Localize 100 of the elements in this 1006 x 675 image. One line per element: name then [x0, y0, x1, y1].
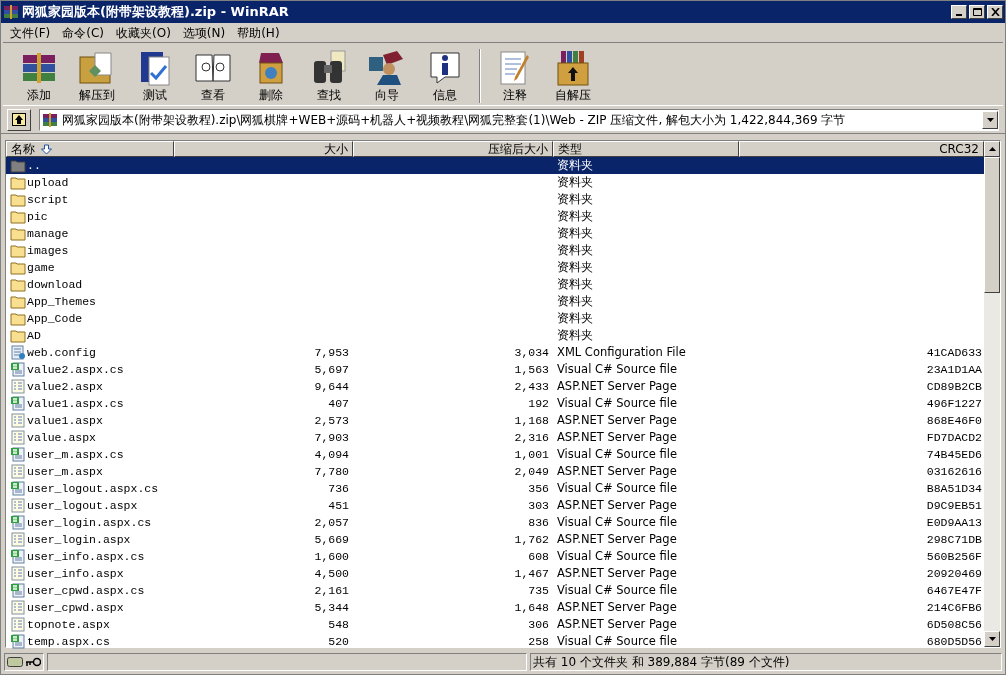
file-row[interactable]: temp.aspx.cs 520 258 Visual C# Source file 680D5D56 — [6, 633, 984, 650]
toolbar-button[interactable]: 查找 — [303, 49, 355, 103]
folder-icon — [10, 226, 26, 241]
packed-size-cell-text: 608 — [528, 548, 549, 565]
dropdown-button[interactable] — [982, 110, 998, 129]
file-row[interactable]: user_logout.aspx 451 303 ASP.NET Server Page D9C9EB51 — [6, 497, 984, 514]
file-row[interactable]: download 资料夹 — [6, 276, 984, 293]
packed-size-cell-text: 258 — [528, 633, 549, 650]
size-cell-text: 407 — [328, 395, 349, 412]
file-row[interactable]: value.aspx 7,903 2,316 ASP.NET Server Page FD7DACD2 — [6, 429, 984, 446]
file-row[interactable]: value1.aspx.cs 407 192 Visual C# Source file 496F1227 — [6, 395, 984, 412]
folder-icon — [10, 294, 26, 309]
column-header[interactable]: 名称 — [6, 141, 174, 157]
web-page-file-icon — [10, 464, 26, 479]
file-row[interactable]: user_info.aspx 4,500 1,467 ASP.NET Server Page 20920469 — [6, 565, 984, 582]
file-row[interactable]: user_logout.aspx.cs 736 356 Visual C# Source file B8A51D34 — [6, 480, 984, 497]
file-name: user_m.aspx.cs — [27, 446, 124, 463]
column-header[interactable]: 压缩后大小 — [353, 141, 553, 157]
crc-cell-text: 20920469 — [926, 565, 982, 582]
toolbar-button[interactable]: 注释 — [489, 49, 541, 103]
file-name: user_logout.aspx — [27, 497, 138, 514]
file-row[interactable]: user_cpwd.aspx 5,344 1,648 ASP.NET Server Page 214C6FB6 — [6, 599, 984, 616]
column-header[interactable]: 大小 — [174, 141, 353, 157]
file-row[interactable]: user_login.aspx 5,669 1,762 ASP.NET Server Page 298C71DB — [6, 531, 984, 548]
file-row[interactable]: App_Code 资料夹 — [6, 310, 984, 327]
toolbar-button[interactable]: 删除 — [245, 49, 297, 103]
file-row[interactable]: user_info.aspx.cs 1,600 608 Visual C# Source file 560B256F — [6, 548, 984, 565]
file-row[interactable]: user_m.aspx 7,780 2,049 ASP.NET Server Page 03162616 — [6, 463, 984, 480]
up-folder-button[interactable] — [7, 108, 31, 131]
toolbar-button[interactable]: 向导 — [361, 49, 413, 103]
size-cell-text: 2,573 — [314, 412, 349, 429]
menu-item[interactable]: 收藏夹(O) — [111, 23, 176, 42]
file-row[interactable]: App_Themes 资料夹 — [6, 293, 984, 310]
scrollbar[interactable] — [984, 141, 1000, 647]
type-cell-text: 资料夹 — [557, 258, 593, 276]
folder-icon — [10, 277, 26, 292]
size-cell-text: 7,903 — [314, 429, 349, 446]
minimize-button[interactable] — [951, 5, 967, 19]
size-cell-text: 9,644 — [314, 378, 349, 395]
toolbar-button[interactable]: 测试 — [129, 49, 181, 103]
csharp-file-icon — [10, 515, 26, 530]
file-row[interactable]: user_m.aspx.cs 4,094 1,001 Visual C# Source file 74B45ED6 — [6, 446, 984, 463]
packed-size-cell-text: 836 — [528, 514, 549, 531]
maximize-button[interactable] — [969, 5, 985, 19]
file-name: user_m.aspx — [27, 463, 103, 480]
type-cell-text: ASP.NET Server Page — [557, 411, 677, 429]
file-row[interactable]: pic 资料夹 — [6, 208, 984, 225]
file-row[interactable]: value2.aspx.cs 5,697 1,563 Visual C# Source file 23A1D1AA — [6, 361, 984, 378]
menu-item[interactable]: 帮助(H) — [232, 23, 285, 42]
close-button[interactable] — [987, 5, 1003, 19]
maximize-icon — [972, 8, 982, 16]
file-row[interactable]: user_cpwd.aspx.cs 2,161 735 Visual C# Source file 6467E47F — [6, 582, 984, 599]
scroll-down-button[interactable] — [984, 631, 1000, 647]
toolbar-button[interactable]: 查看 — [187, 49, 239, 103]
crc-cell-text: 03162616 — [926, 463, 982, 480]
crc-cell-text: FD7DACD2 — [926, 429, 982, 446]
file-row[interactable]: topnote.aspx 548 306 ASP.NET Server Page 6D508C56 — [6, 616, 984, 633]
file-row[interactable]: user_login.aspx.cs 2,057 836 Visual C# Source file E0D9AA13 — [6, 514, 984, 531]
menu-item[interactable]: 选项(N) — [177, 23, 231, 42]
toolbar-button[interactable]: 自解压 — [547, 49, 599, 103]
web-page-file-icon — [10, 532, 26, 547]
type-cell-text: 资料夹 — [557, 156, 593, 174]
file-row[interactable]: value1.aspx 2,573 1,168 ASP.NET Server Page 868E46F0 — [6, 412, 984, 429]
menu-item[interactable]: 文件(F) — [5, 23, 56, 42]
file-row[interactable]: web.config 7,953 3,034 XML Configuration File 41CAD633 — [6, 344, 984, 361]
path-field[interactable]: 网狐家园版本(附带架设教程).zip\网狐棋牌+WEB+源码+机器人+视频教程\网狐完整套(1)\Web - ZIP 压缩文件, 解包大小为 1,422,844,369 字节 — [39, 108, 999, 131]
type-cell-text: Visual C# Source file — [557, 394, 677, 412]
folder-icon — [10, 328, 26, 343]
menu-item[interactable]: 命令(C) — [57, 23, 109, 42]
scroll-up-button[interactable] — [984, 141, 1000, 157]
packed-size-cell-text: 735 — [528, 582, 549, 599]
column-header[interactable]: CRC32 — [739, 141, 984, 157]
file-name: user_logout.aspx.cs — [27, 480, 159, 497]
type-cell-text: Visual C# Source file — [557, 632, 677, 650]
packed-size-cell-text: 306 — [528, 616, 549, 633]
file-row[interactable]: script 资料夹 — [6, 191, 984, 208]
file-row[interactable]: .. 资料夹 — [6, 157, 984, 174]
file-name: images — [27, 242, 69, 259]
toolbar-button[interactable]: 信息 — [419, 49, 471, 103]
toolbar-button[interactable]: 解压到 — [71, 49, 123, 103]
column-header[interactable]: 类型 — [553, 141, 739, 157]
csharp-file-icon — [10, 549, 26, 564]
crc-cell-text: 6D508C56 — [926, 616, 982, 633]
file-name: user_cpwd.aspx.cs — [27, 582, 145, 599]
file-row[interactable]: value2.aspx 9,644 2,433 ASP.NET Server Page CD89B2CB — [6, 378, 984, 395]
file-row[interactable]: game 资料夹 — [6, 259, 984, 276]
file-row[interactable]: manage 资料夹 — [6, 225, 984, 242]
file-name: App_Code — [27, 310, 83, 327]
file-row[interactable]: images 资料夹 — [6, 242, 984, 259]
crc-cell-text: E0D9AA13 — [926, 514, 982, 531]
type-cell-text: ASP.NET Server Page — [557, 428, 677, 446]
packed-size-cell-text: 1,001 — [514, 446, 549, 463]
crc-cell-text: 74B45ED6 — [926, 446, 982, 463]
file-row[interactable]: upload 资料夹 — [6, 174, 984, 191]
toolbar-button[interactable]: 添加 — [13, 49, 65, 103]
packed-size-cell-text: 2,433 — [514, 378, 549, 395]
file-row[interactable]: AD 资料夹 — [6, 327, 984, 344]
type-cell-text: Visual C# Source file — [557, 445, 677, 463]
scroll-thumb[interactable] — [984, 157, 1000, 293]
file-name: upload — [27, 174, 69, 191]
